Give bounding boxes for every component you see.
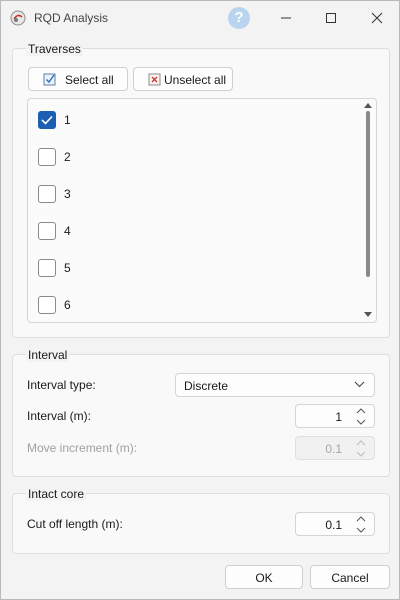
minimize-button[interactable] [263,1,309,35]
interval-type-dropdown[interactable]: Discrete [175,373,375,397]
traverse-checkbox[interactable] [38,222,56,240]
close-icon [371,12,383,24]
traverse-label: 1 [64,113,71,127]
chevron-down-icon [354,381,365,388]
traverse-checkbox[interactable] [38,296,56,314]
ok-label: OK [255,571,273,585]
check-icon [41,115,53,125]
spin-down-icon[interactable] [356,419,366,425]
move-increment-label: Move increment (m): [27,441,138,455]
traverses-group-title: Traverses [26,42,83,56]
spin-up-icon[interactable] [356,408,366,414]
list-item[interactable]: 2 [38,148,338,166]
spin-up-icon [356,440,366,446]
close-button[interactable] [354,1,400,35]
interval-spinbox[interactable]: 1 [295,404,375,428]
maximize-icon [326,13,336,23]
interval-group-title: Interval [26,348,70,362]
interval-value: 1 [335,410,342,424]
spin-down-icon [356,451,366,457]
app-icon [10,10,26,26]
traverse-label: 6 [64,298,71,312]
select-all-icon [43,73,56,86]
list-item[interactable]: 1 [38,111,338,129]
list-item[interactable]: 3 [38,185,338,203]
scroll-up-icon[interactable] [364,102,372,109]
move-increment-value: 0.1 [325,442,342,456]
traverse-label: 3 [64,187,71,201]
help-icon[interactable]: ? [228,7,250,29]
traverse-label: 4 [64,224,71,238]
cutoff-length-value: 0.1 [325,518,342,532]
cutoff-length-spinbox[interactable]: 0.1 [295,512,375,536]
list-item[interactable]: 4 [38,222,338,240]
unselect-all-icon [148,73,161,86]
traverse-list[interactable]: 1 2 3 4 5 6 [27,98,377,323]
cutoff-length-label: Cut off length (m): [27,517,123,531]
cancel-label: Cancel [331,571,369,585]
spin-down-icon[interactable] [356,527,366,533]
interval-label: Interval (m): [27,409,92,423]
traverse-checkbox[interactable] [38,259,56,277]
unselect-all-label: Unselect all [164,73,227,87]
traverse-checkbox[interactable] [38,185,56,203]
spin-up-icon[interactable] [356,516,366,522]
maximize-button[interactable] [308,1,354,35]
interval-type-value: Discrete [184,379,229,393]
traverse-checkbox[interactable] [38,148,56,166]
list-item[interactable]: 5 [38,259,338,277]
traverse-checkbox[interactable] [38,111,56,129]
interval-type-label: Interval type: [27,378,96,392]
intact-core-group-title: Intact core [26,487,87,501]
traverse-label: 2 [64,150,71,164]
select-all-label: Select all [65,73,114,87]
scrollbar-thumb[interactable] [366,111,370,277]
cancel-button[interactable]: Cancel [310,565,390,589]
select-all-button[interactable]: Select all [28,67,128,91]
ok-button[interactable]: OK [225,565,303,589]
scroll-down-icon[interactable] [364,311,372,318]
minimize-icon [281,17,291,19]
list-item[interactable]: 6 [38,296,338,314]
title-bar: RQD Analysis ? [1,1,399,35]
traverse-label: 5 [64,261,71,275]
window-title: RQD Analysis [34,11,109,25]
rqd-analysis-dialog: RQD Analysis ? Traverses Select all Unse… [0,0,400,600]
move-increment-spinbox: 0.1 [295,436,375,460]
unselect-all-button[interactable]: Unselect all [133,67,233,91]
